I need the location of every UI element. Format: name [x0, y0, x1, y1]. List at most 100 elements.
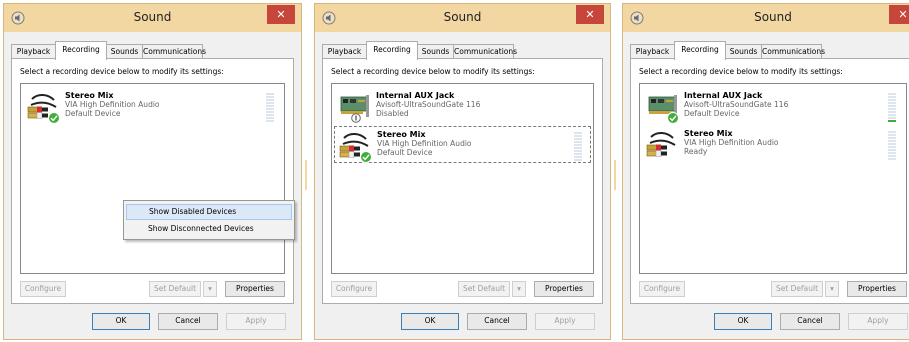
device-actions: Configure Set Default ▾ Properties [20, 281, 285, 297]
set-default-dropdown[interactable]: ▾ [512, 281, 526, 297]
tab-communications[interactable]: Communications [142, 44, 206, 59]
device-driver: Avisoft-UltraSoundGate 116 [684, 100, 789, 109]
set-default-dropdown[interactable]: ▾ [203, 281, 217, 297]
panel-divider [614, 160, 616, 190]
configure-button[interactable]: Configure [639, 281, 685, 297]
close-icon: ✕ [276, 8, 286, 21]
panel-divider [305, 160, 307, 190]
device-item[interactable]: Stereo Mix VIA High Definition Audio Defau… [334, 126, 591, 163]
sound-card-icon [337, 91, 371, 123]
stereo-mix-cable-icon [26, 91, 60, 124]
instruction-text: Select a recording device below to modif… [331, 67, 535, 76]
configure-button[interactable]: Configure [20, 281, 66, 297]
close-button[interactable]: ✕ [576, 5, 604, 24]
device-name: Stereo Mix [65, 91, 114, 100]
close-icon: ✕ [898, 8, 908, 21]
tab-sounds[interactable]: Sounds [725, 44, 762, 59]
tab-playback[interactable]: Playback [630, 44, 675, 59]
window-title: Sound [443, 10, 482, 24]
apply-button[interactable]: Apply [848, 313, 908, 330]
tab-panel: Select a recording device below to modif… [322, 58, 603, 304]
close-button[interactable]: ✕ [267, 5, 295, 24]
cancel-button[interactable]: Cancel [780, 313, 840, 330]
device-name: Internal AUX Jack [684, 91, 763, 100]
device-item[interactable]: Internal AUX Jack Avisoft-UltraSoundGate … [334, 88, 591, 125]
menu-item-show-disconnected[interactable]: Show Disconnected Devices [126, 221, 292, 237]
device-name: Internal AUX Jack [376, 91, 455, 100]
level-meter [888, 92, 896, 122]
device-driver: VIA High Definition Audio [377, 139, 472, 148]
device-status: Disabled [376, 109, 409, 118]
cancel-button[interactable]: Cancel [158, 313, 218, 330]
chevron-down-icon: ▾ [830, 284, 834, 293]
dialog-client-area: Playback Recording Sounds Communications Sel… [4, 32, 301, 339]
chevron-down-icon: ▾ [517, 284, 521, 293]
sound-card-icon [645, 91, 679, 124]
cancel-button[interactable]: Cancel [467, 313, 527, 330]
configure-button[interactable]: Configure [331, 281, 377, 297]
set-default-button[interactable]: Set Default [149, 281, 201, 297]
sound-window: Sound ✕ Playback Recording Sounds Communicati… [3, 3, 302, 340]
instruction-text: Select a recording device below to modif… [639, 67, 843, 76]
tab-panel: Select a recording device below to modif… [630, 58, 909, 304]
sound-window: Sound ✕ Playback Recording Sounds Communicati… [314, 3, 611, 340]
tab-sounds[interactable]: Sounds [417, 44, 454, 59]
apply-button[interactable]: Apply [226, 313, 286, 330]
device-status: Default Device [65, 109, 121, 118]
ok-button[interactable]: OK [401, 313, 459, 330]
sound-window: Sound ✕ Playback Recording Sounds Communicati… [622, 3, 909, 340]
title-bar[interactable]: Sound ✕ [315, 4, 610, 32]
dialog-buttons: OK Cancel Apply [666, 313, 909, 331]
level-meter [266, 92, 274, 122]
tab-communications[interactable]: Communications [761, 44, 825, 59]
dialog-client-area: Playback Recording Sounds Communications Sel… [315, 32, 610, 339]
tab-recording[interactable]: Recording [674, 41, 726, 60]
window-title: Sound [133, 10, 172, 24]
set-default-dropdown[interactable]: ▾ [825, 281, 839, 297]
device-driver: Avisoft-UltraSoundGate 116 [376, 100, 481, 109]
stereo-mix-cable-icon [338, 130, 372, 163]
ok-button[interactable]: OK [92, 313, 150, 330]
device-actions: Configure Set Default ▾ Properties [639, 281, 907, 297]
device-status: Default Device [377, 148, 433, 157]
device-driver: VIA High Definition Audio [684, 138, 779, 147]
device-list[interactable]: Stereo Mix VIA High Definition Audio Defau… [20, 83, 285, 274]
instruction-text: Select a recording device below to modif… [20, 67, 224, 76]
close-button[interactable]: ✕ [889, 5, 909, 24]
properties-button[interactable]: Properties [534, 281, 594, 297]
level-meter [888, 130, 896, 160]
apply-button[interactable]: Apply [535, 313, 595, 330]
device-item[interactable]: Internal AUX Jack Avisoft-UltraSoundGate … [642, 88, 904, 125]
title-bar[interactable]: Sound ✕ [4, 4, 301, 32]
device-name: Stereo Mix [377, 130, 426, 139]
properties-button[interactable]: Properties [847, 281, 907, 297]
device-item[interactable]: Stereo Mix VIA High Definition Audio Defau… [23, 88, 282, 125]
tab-sounds[interactable]: Sounds [106, 44, 143, 59]
level-meter [574, 131, 582, 161]
set-default-button[interactable]: Set Default [458, 281, 510, 297]
dialog-client-area: Playback Recording Sounds Communications Sel… [623, 32, 909, 339]
device-list[interactable]: Internal AUX Jack Avisoft-UltraSoundGate … [331, 83, 594, 274]
chevron-down-icon: ▾ [208, 284, 212, 293]
close-icon: ✕ [585, 8, 595, 21]
tab-recording[interactable]: Recording [366, 41, 418, 60]
tab-playback[interactable]: Playback [11, 44, 56, 59]
context-menu: Show Disabled Devices Show Disconnected D… [123, 200, 295, 240]
device-actions: Configure Set Default ▾ Properties [331, 281, 594, 297]
tab-communications[interactable]: Communications [453, 44, 517, 59]
title-bar[interactable]: Sound ✕ [623, 4, 909, 32]
properties-button[interactable]: Properties [225, 281, 285, 297]
tab-playback[interactable]: Playback [322, 44, 367, 59]
ok-button[interactable]: OK [714, 313, 772, 330]
device-name: Stereo Mix [684, 129, 733, 138]
device-driver: VIA High Definition Audio [65, 100, 160, 109]
dialog-buttons: OK Cancel Apply [353, 313, 603, 331]
dialog-buttons: OK Cancel Apply [44, 313, 294, 331]
set-default-button[interactable]: Set Default [771, 281, 823, 297]
tab-panel: Select a recording device below to modif… [11, 58, 294, 304]
device-status: Default Device [684, 109, 740, 118]
menu-item-show-disabled[interactable]: Show Disabled Devices [126, 204, 292, 220]
tab-recording[interactable]: Recording [55, 41, 107, 60]
device-list[interactable]: Internal AUX Jack Avisoft-UltraSoundGate … [639, 83, 907, 274]
device-item[interactable]: Stereo Mix VIA High Definition Audio Ready [642, 126, 904, 163]
